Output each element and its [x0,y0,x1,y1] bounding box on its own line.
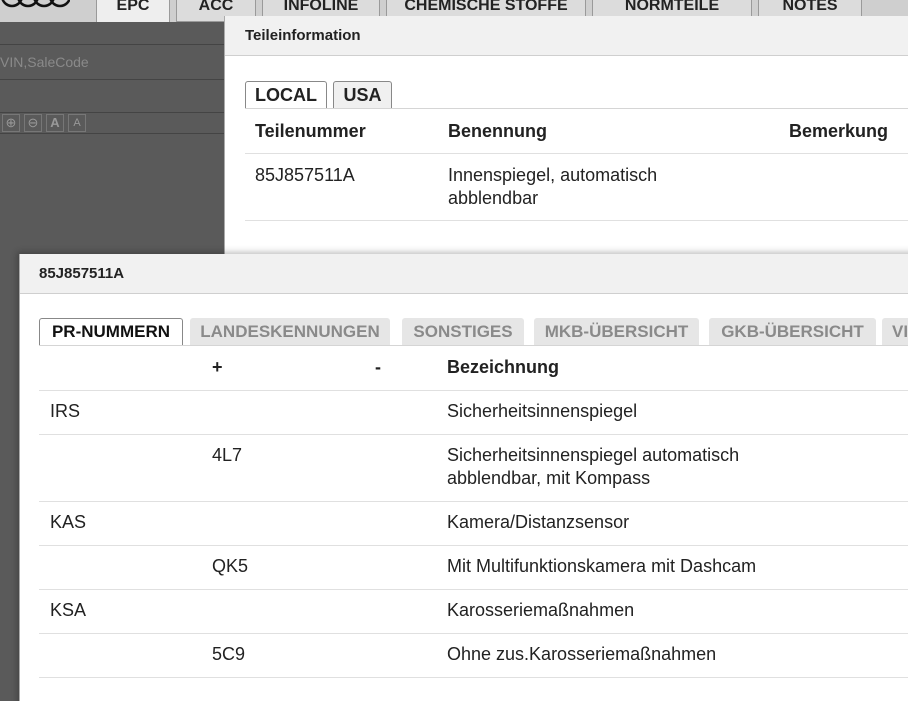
row-divider [39,677,908,678]
header-divider [39,390,908,391]
dialog-title: Teileinformation [225,16,908,56]
pr-family-cell: KSA [50,600,87,620]
pr-description-cell: Sicherheitsinnenspiegel [447,401,638,421]
part-name-line2: abblendbar [448,188,539,208]
vin-search-input[interactable]: VIN,SaleCode [0,44,230,80]
font-increase-icon[interactable]: A [46,114,64,132]
tab-sonstiges[interactable]: SONSTIGES [402,318,524,346]
part-name-line1: Innenspiegel, automatisch [448,165,658,185]
pr-family-cell: IRS [50,401,81,421]
zoom-in-icon[interactable]: ⊕ [2,114,20,132]
row-divider [39,633,908,634]
pr-code-cell[interactable]: QK5 [212,555,248,578]
row-divider [39,501,908,502]
row-divider [39,545,908,546]
pr-description-cell: Kamera/Distanzsensor [447,512,630,532]
tab-mkb-uebersicht[interactable]: MKB-ÜBERSICHT [534,318,699,346]
tab-landeskennungen[interactable]: LANDESKENNUNGEN [190,318,390,346]
brand-logo [1,0,70,8]
row-divider [39,589,908,590]
part-name-cell: Innenspiegel, automatisch abblendbar [448,164,657,210]
font-decrease-icon[interactable]: A [68,114,86,132]
pr-description-cell: Ohne zus.Karosseriemaßnahmen [447,644,717,664]
tab-epc[interactable]: EPC [96,0,170,22]
tab-divider [39,345,908,346]
tab-divider [245,108,908,109]
zoom-out-icon[interactable]: ⊖ [24,114,42,132]
column-header-minus: - [375,357,381,377]
tab-usa[interactable]: USA [333,81,392,109]
column-header-plus: + [212,357,223,377]
view-toolbar: ⊕ ⊖ A A [0,112,230,134]
tab-gkb-uebersicht[interactable]: GKB-ÜBERSICHT [709,318,876,346]
pr-description-cell: Sicherheitsinnenspiegel automatisch abbl… [447,444,739,490]
pr-description-line2: abblendbar, mit Kompass [447,468,651,488]
row-divider [39,434,908,435]
pr-code-cell[interactable]: 5C9 [212,643,245,666]
column-header-bezeichnung: Bezeichnung [447,357,560,377]
pr-description-cell: Mit Multifunktionskamera mit Dashcam [447,556,757,576]
column-header-bemerkung: Bemerkung [789,121,889,141]
dialog-title: 85J857511A [20,254,908,294]
pr-numbers-dialog: 85J857511A PR-NUMMERN LANDESKENNUNGEN SO… [19,254,908,701]
row-divider [245,220,908,221]
pr-description-cell: Karosseriemaßnahmen [447,600,635,620]
tab-local[interactable]: LOCAL [245,81,327,109]
tab-pr-nummern[interactable]: PR-NUMMERN [39,318,183,346]
pr-family-cell: KAS [50,512,87,532]
pr-code-cell[interactable]: 4L7 [212,444,242,467]
part-number-cell[interactable]: 85J857511A [255,164,355,187]
header-divider [245,153,908,154]
column-header-teilenummer: Teilenummer [255,121,366,141]
tab-vi[interactable]: VI [882,318,908,346]
pr-description-line1: Sicherheitsinnenspiegel automatisch [447,445,740,465]
column-header-benennung: Benennung [448,121,547,141]
